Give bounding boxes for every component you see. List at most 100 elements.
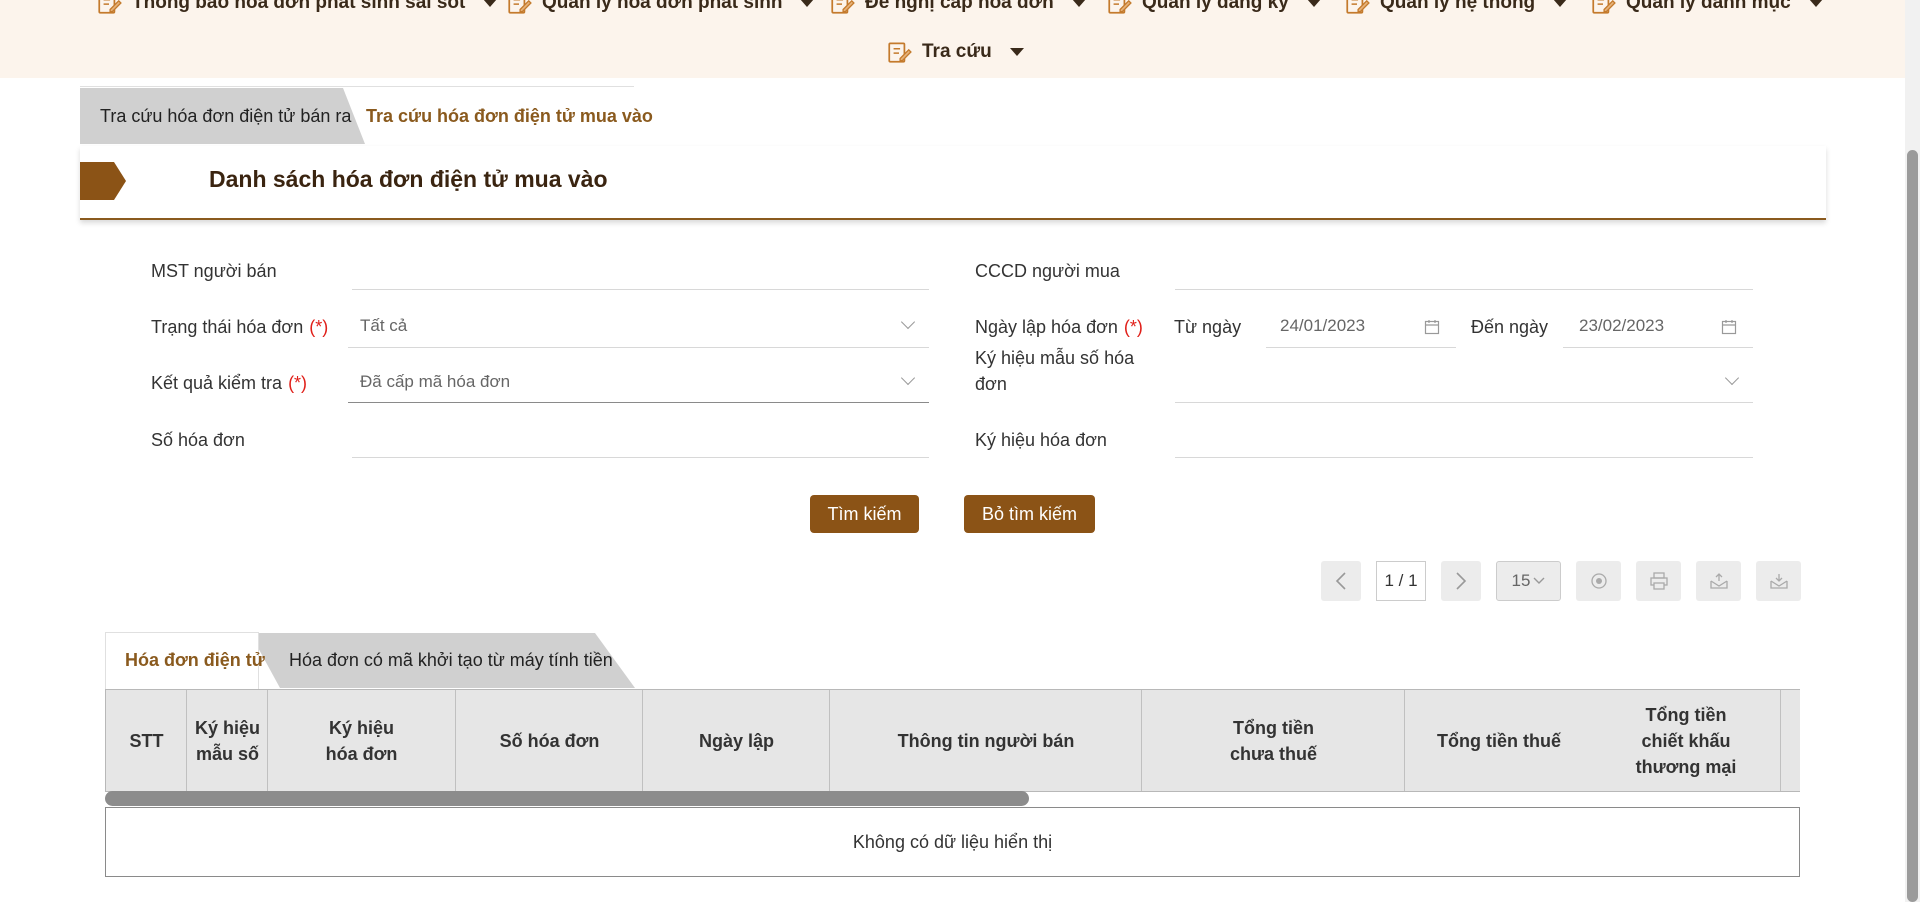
nav-label: Đề nghị cấp hóa đơn <box>865 0 1054 13</box>
chevron-down-icon <box>1724 370 1740 386</box>
print-button[interactable] <box>1636 561 1681 601</box>
nav-item-system[interactable]: Quản lý hệ thống <box>1344 0 1568 16</box>
column-header-template-symbol[interactable]: Ký hiệu mẫu số <box>186 690 268 791</box>
calendar-icon[interactable] <box>1424 319 1440 335</box>
download-icon <box>1769 574 1788 589</box>
to-date-value: 23/02/2023 <box>1579 316 1665 335</box>
column-header-date[interactable]: Ngày lập <box>642 690 830 791</box>
check-result-select[interactable]: Đã cấp mã hóa đơn <box>348 361 929 403</box>
edit-document-icon <box>1108 0 1132 14</box>
page-size-select[interactable]: 15 <box>1496 561 1561 601</box>
to-date-label: Đến ngày <box>1471 317 1549 337</box>
column-divider <box>1780 690 1800 791</box>
caret-down-icon <box>1808 0 1823 7</box>
tab-purchased-invoices[interactable]: Tra cứu hóa đơn điện tử mua vào <box>366 106 653 127</box>
required-marker: (*) <box>309 317 329 337</box>
from-date-underline <box>1266 347 1456 348</box>
to-date-underline <box>1563 347 1753 348</box>
nav-item-catalog[interactable]: Quản lý danh mục <box>1590 0 1823 16</box>
column-header-amount-before-tax[interactable]: Tổng tiền chưa thuế <box>1141 690 1405 791</box>
invoice-symbol-input[interactable] <box>1175 457 1753 458</box>
caret-down-icon <box>1553 0 1568 7</box>
download-button[interactable] <box>1756 561 1801 601</box>
chevron-down-icon <box>900 314 916 330</box>
to-date-input[interactable]: 23/02/2023 <box>1563 305 1753 347</box>
view-button[interactable] <box>1576 561 1621 601</box>
export-icon <box>1709 573 1728 589</box>
edit-document-icon <box>508 0 532 14</box>
required-marker: (*) <box>1123 317 1143 337</box>
caret-down-icon <box>1071 0 1086 7</box>
nav-item-registration[interactable]: Quản lý đăng ký <box>1106 0 1321 16</box>
caret-down-icon <box>1009 48 1024 56</box>
invoice-status-label: Trạng thái hóa đơn (*) <box>151 314 328 340</box>
next-page-button[interactable] <box>1441 561 1481 601</box>
page-tabs-divider <box>80 86 634 87</box>
invoice-number-label: Số hóa đơn <box>151 430 245 450</box>
caret-down-icon <box>483 0 498 7</box>
page-title: Danh sách hóa đơn điện tử mua vào <box>209 166 608 192</box>
column-header-seller-info[interactable]: Thông tin người bán <box>829 690 1142 791</box>
buyer-id-label: CCCD người mua <box>975 261 1120 281</box>
template-symbol-select[interactable] <box>1175 361 1753 403</box>
check-result-underline <box>348 402 929 403</box>
required-marker: (*) <box>288 373 308 393</box>
invoice-status-label-text: Trạng thái hóa đơn <box>151 317 304 337</box>
tab-einvoices-label[interactable]: Hóa đơn điện tử <box>125 650 265 671</box>
invoice-status-select[interactable]: Tất cả <box>348 305 929 347</box>
edit-document-icon <box>888 42 912 63</box>
invoice-number-input[interactable] <box>352 457 929 458</box>
nav-label: Quản lý hóa đơn phát sinh <box>542 0 783 13</box>
from-date-input[interactable]: 24/01/2023 <box>1266 305 1456 347</box>
column-header-invoice-symbol[interactable]: Ký hiệu hóa đơn <box>267 690 455 791</box>
nav-label: Tra cứu <box>922 41 992 62</box>
prev-page-button[interactable] <box>1321 561 1361 601</box>
template-symbol-label: Ký hiệu mẫu số hóa đơn <box>975 348 1135 394</box>
nav-item-invoice-management[interactable]: Quản lý hóa đơn phát sinh <box>506 0 815 16</box>
check-result-label-text: Kết quả kiểm tra <box>151 373 283 393</box>
caret-down-icon <box>1306 0 1321 7</box>
nav-item-lookup[interactable]: Tra cứu <box>886 39 1024 65</box>
edit-document-icon <box>98 0 122 14</box>
printer-icon <box>1649 572 1668 590</box>
nav-item-invoice-request[interactable]: Đề nghị cấp hóa đơn <box>829 0 1086 16</box>
page-size-value: 15 <box>1511 571 1531 590</box>
column-header-tax-amount[interactable]: Tổng tiền thuế <box>1404 690 1593 791</box>
calendar-icon[interactable] <box>1721 319 1737 335</box>
chevron-down-icon <box>1533 577 1545 584</box>
edit-document-icon <box>1346 0 1370 14</box>
seller-tax-code-label: MST người bán <box>151 261 277 281</box>
invoice-date-label: Ngày lập hóa đơn (*) <box>975 314 1143 340</box>
column-header-stt[interactable]: STT <box>105 690 187 791</box>
clear-search-button[interactable]: Bỏ tìm kiếm <box>964 495 1095 533</box>
nav-label: Thông báo hóa đơn phát sinh sai sót <box>132 0 466 13</box>
empty-message: Không có dữ liệu hiển thị <box>852 831 1053 852</box>
check-result-value: Đã cấp mã hóa đơn <box>360 372 511 391</box>
seller-tax-code-input[interactable] <box>352 289 929 290</box>
chevron-right-icon <box>1456 572 1467 590</box>
top-navigation: Thông báo hóa đơn phát sinh sai sót Quản… <box>0 0 1905 78</box>
search-button[interactable]: Tìm kiếm <box>810 495 919 533</box>
invoice-date-label-text: Ngày lập hóa đơn <box>975 317 1118 337</box>
vertical-scrollbar[interactable] <box>1905 0 1920 902</box>
radio-view-icon <box>1590 573 1607 589</box>
tab-cash-register-label[interactable]: Hóa đơn có mã khởi tạo từ máy tính tiền <box>289 650 613 671</box>
edit-document-icon <box>831 0 855 14</box>
vertical-scrollbar-thumb[interactable] <box>1907 150 1918 902</box>
table-empty-row: Không có dữ liệu hiển thị <box>105 807 1800 877</box>
page-indicator: 1 / 1 <box>1376 561 1426 601</box>
from-date-label: Từ ngày <box>1174 317 1242 337</box>
horizontal-scrollbar-thumb[interactable] <box>105 791 1029 806</box>
nav-label: Quản lý danh mục <box>1626 0 1791 13</box>
buyer-id-input[interactable] <box>1175 289 1753 290</box>
edit-document-icon <box>1592 0 1616 14</box>
export-button[interactable] <box>1696 561 1741 601</box>
nav-item-error-notice[interactable]: Thông báo hóa đơn phát sinh sai sót <box>96 0 498 16</box>
caret-down-icon <box>800 0 815 7</box>
template-symbol-underline <box>1175 402 1753 403</box>
column-header-invoice-number[interactable]: Số hóa đơn <box>455 690 643 791</box>
tab-sold-invoices-label[interactable]: Tra cứu hóa đơn điện tử bán ra <box>100 106 351 127</box>
nav-label: Quản lý hệ thống <box>1380 0 1536 13</box>
chevron-left-icon <box>1335 572 1346 590</box>
column-header-discount[interactable]: Tổng tiền chiết khấu thương mại <box>1592 690 1780 791</box>
